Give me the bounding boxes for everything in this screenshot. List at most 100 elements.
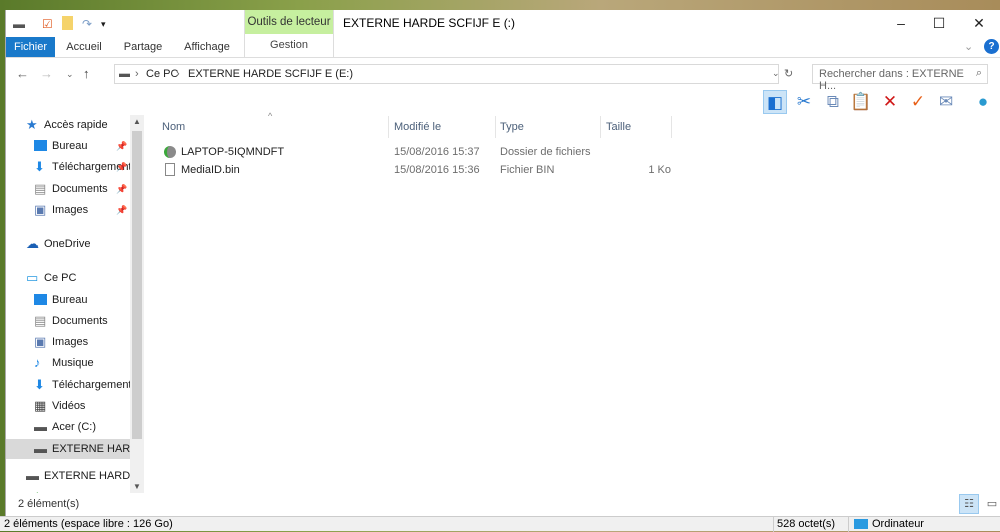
search-icon: ⌕ <box>975 67 982 79</box>
sidebar-item[interactable]: ♪ Musique <box>6 353 130 373</box>
sidebar-item[interactable]: ▬ EXTERNE HARDE SCFIJF E (E:) <box>6 466 130 486</box>
sidebar-item[interactable]: ▤ Documents 📌 <box>6 179 130 199</box>
sidebar-item-label: Ce PC <box>44 272 77 284</box>
refresh-button[interactable]: ↻ <box>784 67 793 80</box>
drive-icon: ▬ <box>34 441 47 456</box>
large-icons-view-button[interactable]: ▭ <box>983 494 1000 514</box>
file-row[interactable]: MediaID.bin 15/08/2016 15:36 Fichier BIN… <box>161 161 671 179</box>
sidebar-item-label: Images <box>52 204 89 216</box>
file-type: Fichier BIN <box>500 164 555 176</box>
sidebar-item-label: Documents <box>52 183 108 195</box>
close-button[interactable]: ✕ <box>964 13 994 33</box>
preview-pane-button[interactable]: ◧ <box>763 90 787 114</box>
paste-icon[interactable]: 📋 <box>849 90 873 114</box>
breadcrumb-ce-pc[interactable]: Ce PC <box>146 68 178 80</box>
column-divider[interactable] <box>495 116 496 138</box>
column-divider[interactable] <box>671 116 672 138</box>
back-button[interactable]: ← <box>16 66 29 81</box>
sidebar-item-label: EXTERNE HARDE SCFIJF E (E:) <box>52 443 130 455</box>
videos-icon: ▦ <box>34 398 47 413</box>
breadcrumb-drive[interactable]: EXTERNE HARDE SCFIJF E (E:) <box>188 68 353 80</box>
context-tab-group: Outils de lecteur Gestion <box>244 10 334 57</box>
up-button[interactable]: ↑ <box>83 66 90 81</box>
sidebar-item[interactable]: ⬇ Téléchargements <box>6 375 130 395</box>
file-modified: 15/08/2016 15:36 <box>394 164 480 176</box>
column-header-modified[interactable]: Modifié le <box>394 116 441 138</box>
help-icon[interactable]: ? <box>984 39 999 54</box>
pin-icon[interactable]: 📌 <box>116 157 127 177</box>
sidebar-item-label: Vidéos <box>52 400 86 412</box>
file-name: LAPTOP-5IQMNDFT <box>181 146 285 158</box>
sidebar-item[interactable]: ▦ Vidéos <box>6 396 130 416</box>
sidebar-item[interactable]: ☁ OneDrive <box>6 234 130 254</box>
search-input[interactable]: Rechercher dans : EXTERNE H... ⌕ <box>812 64 988 92</box>
sidebar-item[interactable]: ▣ Images 📌 <box>6 200 130 220</box>
scrollbar-thumb[interactable] <box>132 131 142 439</box>
sidebar-item[interactable]: ⬇ Téléchargements 📌 <box>6 157 130 177</box>
sidebar-item[interactable]: ▭ Ce PC <box>6 268 130 288</box>
navigation-pane: ★ Accès rapide Bureau 📌 ⬇ Téléchargements 📌 ▤ Do… <box>6 115 130 493</box>
column-divider[interactable] <box>600 116 601 138</box>
tab-partage[interactable]: Partage <box>118 37 168 57</box>
sidebar-item[interactable]: Bureau <box>6 290 130 310</box>
customize-toolbar-icon[interactable]: ▾ <box>101 19 106 30</box>
sidebar-item-label: Bureau <box>52 140 88 152</box>
column-header-name[interactable]: Nom <box>162 116 185 138</box>
cloud-icon: ☁ <box>26 236 39 251</box>
images-icon: ▣ <box>34 202 47 217</box>
sidebar-item-label: Téléchargements <box>52 379 130 391</box>
scroll-up-icon[interactable]: ▲ <box>133 117 141 126</box>
documents-icon: ▤ <box>34 313 47 328</box>
selection-size: 528 octet(s) <box>777 518 836 530</box>
tab-affichage[interactable]: Affichage <box>178 37 236 57</box>
network-folder-icon <box>164 146 176 158</box>
column-divider[interactable] <box>388 116 389 138</box>
star-icon: ★ <box>26 117 38 132</box>
column-header-size[interactable]: Taille <box>606 116 631 138</box>
file-list: LAPTOP-5IQMNDFT 15/08/2016 15:37 Dossier… <box>161 143 671 179</box>
music-icon: ♪ <box>34 355 41 370</box>
file-row[interactable]: LAPTOP-5IQMNDFT 15/08/2016 15:37 Dossier… <box>161 143 671 161</box>
column-header-type[interactable]: Type <box>500 116 524 138</box>
file-name: MediaID.bin <box>181 164 240 176</box>
pin-icon[interactable]: 📌 <box>116 200 127 220</box>
sidebar-item-label: Images <box>52 336 89 348</box>
rename-check-icon[interactable]: ✓ <box>906 90 930 114</box>
address-bar[interactable]: ▬ › Ce PC › EXTERNE HARDE SCFIJF E (E:) … <box>114 64 780 84</box>
email-icon[interactable]: ✉ <box>934 90 958 114</box>
sidebar-item-label: Acer (C:) <box>52 421 96 433</box>
drive-icon: ▬ <box>26 468 39 483</box>
forward-button[interactable]: → <box>40 66 53 81</box>
sidebar-item-label: Bureau <box>52 294 88 306</box>
scroll-down-icon[interactable]: ▼ <box>133 482 141 491</box>
details-view-button[interactable]: ☷ <box>959 494 979 514</box>
shell-icon[interactable]: ● <box>971 90 995 114</box>
computer-icon <box>854 519 868 529</box>
cut-icon[interactable]: ✂ <box>792 90 816 114</box>
sidebar-item-label: OneDrive <box>44 238 91 250</box>
minimize-button[interactable]: – <box>886 13 916 33</box>
sidebar-item[interactable]: ▣ Images <box>6 332 130 352</box>
delete-icon[interactable]: ✕ <box>878 90 902 114</box>
tab-accueil[interactable]: Accueil <box>61 37 107 57</box>
properties-icon[interactable]: ☑ <box>42 17 53 31</box>
download-icon: ⬇ <box>34 377 45 392</box>
sidebar-item[interactable]: Bureau 📌 <box>6 136 130 156</box>
sidebar-item[interactable]: ▬ EXTERNE HARDE SCFIJF E (E:) <box>6 439 130 459</box>
undo-icon[interactable]: ↷ <box>82 17 92 31</box>
recent-locations-button[interactable]: ⌄ <box>66 69 74 80</box>
pin-icon[interactable]: 📌 <box>116 136 127 156</box>
pin-icon[interactable]: 📌 <box>116 179 127 199</box>
address-dropdown-icon[interactable]: ⌄ <box>772 68 780 79</box>
search-placeholder: Rechercher dans : EXTERNE H... <box>819 68 964 92</box>
window-title: EXTERNE HARDE SCFIJF E (:) <box>343 16 516 30</box>
sidebar-item[interactable]: ★ Accès rapide <box>6 115 130 135</box>
tab-fichier[interactable]: Fichier <box>6 37 55 57</box>
new-folder-icon[interactable] <box>62 16 73 30</box>
copy-icon[interactable]: ⧉ <box>821 90 845 114</box>
sidebar-item[interactable]: ▤ Documents <box>6 311 130 331</box>
maximize-button[interactable]: ☐ <box>924 13 954 33</box>
sidebar-item[interactable]: ▬ Acer (C:) <box>6 417 130 437</box>
tab-gestion[interactable]: Gestion <box>245 34 333 56</box>
expand-ribbon-icon[interactable]: ⌄ <box>964 40 973 53</box>
